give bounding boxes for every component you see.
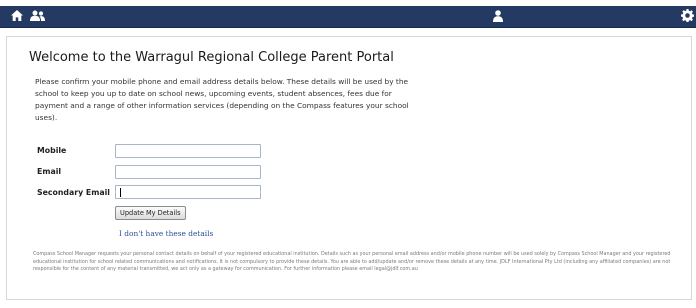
privacy-disclaimer: Compass School Manager requests your per… bbox=[33, 251, 671, 272]
intro-text: Please confirm your mobile phone and ema… bbox=[35, 77, 409, 122]
email-field[interactable] bbox=[115, 165, 261, 179]
page-title: Welcome to the Warragul Regional College… bbox=[29, 50, 394, 65]
no-details-link[interactable]: I don't have these details bbox=[119, 229, 213, 238]
secondary-email-field[interactable] bbox=[115, 185, 261, 199]
secondary-email-label: Secondary Email bbox=[37, 188, 110, 197]
mobile-field[interactable] bbox=[115, 144, 261, 158]
settings-icon[interactable] bbox=[681, 9, 694, 22]
user-icon[interactable] bbox=[493, 10, 503, 22]
update-my-details-button[interactable]: Update My Details bbox=[115, 206, 186, 220]
top-navigation-bar bbox=[0, 6, 696, 28]
email-label: Email bbox=[37, 167, 62, 176]
home-icon[interactable] bbox=[11, 10, 23, 21]
mobile-label: Mobile bbox=[37, 146, 67, 155]
text-cursor bbox=[120, 188, 121, 197]
people-icon[interactable] bbox=[30, 10, 45, 21]
